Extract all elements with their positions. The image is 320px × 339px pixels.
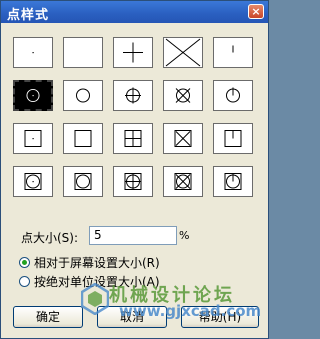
square-icon bbox=[74, 130, 92, 147]
absolute-size-label[interactable]: 按绝对单位设置大小(A) bbox=[34, 273, 160, 290]
point-size-label: 点大小(S): bbox=[21, 231, 79, 245]
point-style-square[interactable] bbox=[63, 123, 103, 154]
point-style-square-circle-cross[interactable] bbox=[163, 166, 203, 197]
title-bar[interactable]: 点样式 × bbox=[1, 1, 268, 23]
square-circle-dot-icon bbox=[24, 173, 42, 190]
point-style-plus[interactable] bbox=[113, 37, 153, 68]
square-circle-cross-icon bbox=[174, 173, 192, 190]
close-icon: × bbox=[251, 5, 261, 18]
point-style-square-circle-tick[interactable] bbox=[213, 166, 253, 197]
dot-icon bbox=[32, 52, 34, 54]
point-style-circle-tick[interactable] bbox=[213, 80, 253, 111]
point-style-none[interactable] bbox=[63, 37, 103, 68]
point-style-square-circle-dot[interactable] bbox=[13, 166, 53, 197]
point-style-square-cross[interactable] bbox=[163, 123, 203, 154]
cancel-button[interactable]: 取消 bbox=[97, 306, 167, 328]
plus-icon bbox=[123, 42, 143, 63]
tick-icon bbox=[232, 45, 234, 53]
close-button[interactable]: × bbox=[248, 4, 264, 19]
square-circle-plus-icon bbox=[124, 173, 142, 190]
point-style-square-plus[interactable] bbox=[113, 123, 153, 154]
point-size-input[interactable]: 5 bbox=[89, 226, 177, 245]
circle-icon bbox=[76, 88, 90, 103]
circle-dot-icon bbox=[26, 88, 40, 103]
point-style-dialog: 点样式 × 点大小(S): 5 % 相对于屏幕设置大小(R) 按绝对单位设置大小… bbox=[0, 0, 269, 339]
dialog-title: 点样式 bbox=[7, 8, 50, 23]
cross-icon bbox=[165, 38, 201, 67]
relative-size-label[interactable]: 相对于屏幕设置大小(R) bbox=[34, 254, 160, 271]
circle-plus-icon bbox=[125, 87, 141, 104]
point-style-circle-plus[interactable] bbox=[113, 80, 153, 111]
square-plus-icon bbox=[124, 130, 142, 147]
point-style-cross[interactable] bbox=[163, 37, 203, 68]
relative-size-radio[interactable] bbox=[19, 257, 30, 268]
point-style-circle[interactable] bbox=[63, 80, 103, 111]
point-style-square-dot[interactable] bbox=[13, 123, 53, 154]
none-icon bbox=[64, 38, 102, 67]
point-size-value: 5 bbox=[94, 228, 102, 242]
point-style-square-circle-plus[interactable] bbox=[113, 166, 153, 197]
absolute-size-radio[interactable] bbox=[19, 276, 30, 287]
square-circle-tick-icon bbox=[224, 173, 242, 190]
point-style-square-tick[interactable] bbox=[213, 123, 253, 154]
circle-tick-icon bbox=[226, 87, 240, 103]
ok-button[interactable]: 确定 bbox=[13, 306, 83, 328]
point-style-circle-dot[interactable] bbox=[13, 80, 53, 111]
circle-cross-icon bbox=[175, 88, 191, 103]
help-button[interactable]: 帮助(H) bbox=[181, 306, 259, 328]
point-style-square-circle[interactable] bbox=[63, 166, 103, 197]
square-cross-icon bbox=[174, 130, 192, 147]
point-style-dot[interactable] bbox=[13, 37, 53, 68]
square-circle-icon bbox=[74, 173, 92, 190]
square-dot-icon bbox=[24, 130, 42, 147]
point-style-tick[interactable] bbox=[213, 37, 253, 68]
square-tick-icon bbox=[224, 130, 242, 147]
point-style-circle-cross[interactable] bbox=[163, 80, 203, 111]
point-size-unit: % bbox=[179, 229, 190, 242]
